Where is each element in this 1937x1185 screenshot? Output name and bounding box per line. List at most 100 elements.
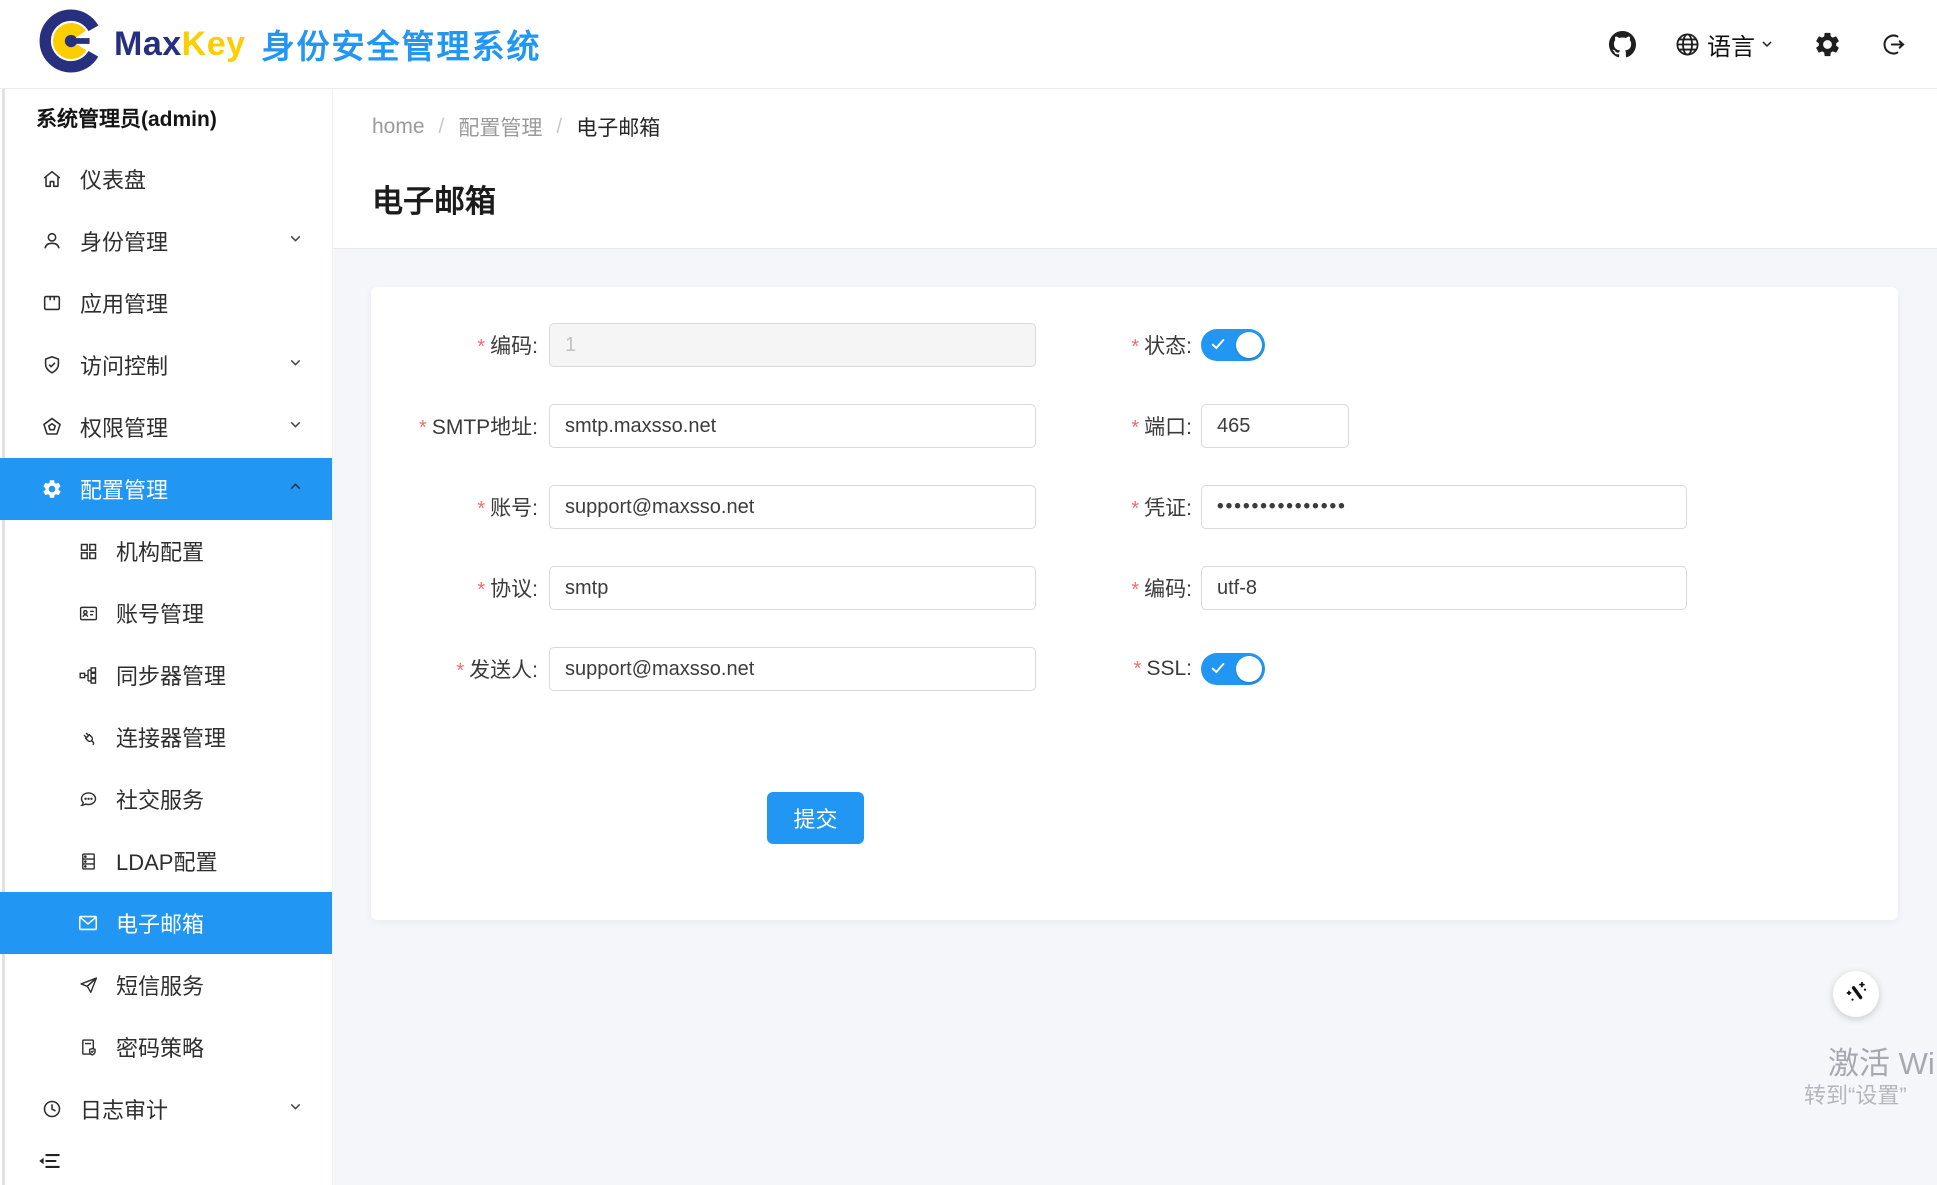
chevron-down-icon (287, 230, 304, 252)
sidebar-item-label: 社交服务 (116, 783, 204, 815)
main-content: home / 配置管理 / 电子邮箱 电子邮箱 *编码: *状态: (332, 88, 1937, 1185)
sidebar-item-label: 账号管理 (116, 597, 204, 629)
field-label-protocol: *协议: (371, 573, 538, 603)
sidebar-item-access-control[interactable]: 访问控制 (0, 334, 332, 396)
sidebar-item-identity[interactable]: 身份管理 (0, 210, 332, 272)
sidebar-item-label: 应用管理 (80, 287, 168, 319)
toggle-knob (1236, 656, 1262, 682)
sidebar-item-label: 短信服务 (116, 969, 204, 1001)
form-row: *编码: *状态: (371, 323, 1898, 367)
sidebar-item-label: 仪表盘 (80, 163, 146, 195)
sidebar-item-label: 连接器管理 (116, 721, 226, 753)
menu-fold-icon (36, 1148, 62, 1179)
chevron-up-icon (287, 478, 304, 500)
chevron-down-icon (287, 354, 304, 376)
sidebar-item-dashboard[interactable]: 仪表盘 (0, 148, 332, 210)
credential-field[interactable] (1201, 485, 1687, 529)
magic-wand-icon (1843, 979, 1869, 1010)
sitemap-icon (76, 663, 100, 687)
breadcrumb: home / 配置管理 / 电子邮箱 (372, 112, 660, 142)
globe-icon (1674, 31, 1701, 58)
magic-wand-button[interactable] (1833, 971, 1879, 1017)
sender-field[interactable] (549, 647, 1036, 691)
clock-icon (40, 1097, 64, 1121)
chevron-down-icon (287, 416, 304, 438)
sidebar-item-synchronizers[interactable]: 同步器管理 (0, 644, 332, 706)
breadcrumb-home[interactable]: home (372, 115, 425, 139)
brand-name: MaxKey (114, 25, 246, 64)
app-window-icon (40, 291, 64, 315)
field-label-sender: *发送人: (371, 654, 538, 684)
windows-activation-watermark-line2: 转到“设置” (1804, 1078, 1907, 1110)
breadcrumb-separator: / (439, 115, 445, 139)
github-icon[interactable] (1609, 31, 1636, 58)
chat-icon (76, 787, 100, 811)
sidebar-item-audit-logs[interactable]: 日志审计 (0, 1078, 332, 1140)
sidebar-item-configuration[interactable]: 配置管理 (0, 458, 332, 520)
check-icon (1210, 336, 1226, 357)
form-row: *SMTP地址: *端口: (371, 404, 1898, 448)
check-icon (1210, 660, 1226, 681)
ssl-toggle[interactable] (1201, 653, 1265, 685)
sidebar-item-label: 机构配置 (116, 535, 204, 567)
sidebar-item-account-management[interactable]: 账号管理 (0, 582, 332, 644)
top-actions: 语言 (1609, 0, 1907, 88)
field-label-account: *账号: (371, 492, 538, 522)
sidebar-item-social-services[interactable]: 社交服务 (0, 768, 332, 830)
maxkey-logo-icon (38, 8, 104, 74)
sidebar-item-label: 日志审计 (80, 1093, 168, 1125)
protocol-field[interactable] (549, 566, 1036, 610)
id-field[interactable] (549, 323, 1036, 367)
toggle-knob (1236, 332, 1262, 358)
gear-icon[interactable] (1813, 30, 1842, 59)
sidebar-item-email[interactable]: 电子邮箱 (0, 892, 332, 954)
account-field[interactable] (549, 485, 1036, 529)
chevron-down-icon (287, 1098, 304, 1120)
sidebar-item-permissions[interactable]: 权限管理 (0, 396, 332, 458)
sidebar-item-password-policy[interactable]: 密码策略 (0, 1016, 332, 1078)
status-toggle[interactable] (1201, 329, 1265, 361)
sidebar-item-sms-services[interactable]: 短信服务 (0, 954, 332, 1016)
chevron-down-icon (1759, 36, 1775, 52)
gear-icon (40, 477, 64, 501)
current-user: 系统管理员(admin) (0, 88, 332, 148)
home-icon (40, 167, 64, 191)
brand-subtitle: 身份安全管理系统 (262, 20, 542, 68)
breadcrumb-current: 电子邮箱 (576, 112, 660, 142)
id-card-icon (76, 601, 100, 625)
field-label-smtp: *SMTP地址: (371, 411, 538, 441)
sidebar-item-label: 电子邮箱 (116, 907, 204, 939)
port-field[interactable] (1201, 404, 1349, 448)
shield-check-icon (40, 353, 64, 377)
sidebar-item-applications[interactable]: 应用管理 (0, 272, 332, 334)
sidebar-item-ldap-config[interactable]: LDAP配置 (0, 830, 332, 892)
pentagon-icon (40, 415, 64, 439)
sidebar-item-label: 同步器管理 (116, 659, 226, 691)
field-label-ssl: *SSL: (1036, 657, 1192, 681)
language-label: 语言 (1707, 27, 1755, 62)
sidebar-item-label: 访问控制 (80, 349, 168, 381)
breadcrumb-config[interactable]: 配置管理 (458, 112, 542, 142)
encoding-field[interactable] (1201, 566, 1687, 610)
email-config-card: *编码: *状态: *SMTP地址: *端口: *账号: (371, 287, 1898, 920)
sidebar-collapse-button[interactable] (0, 1140, 332, 1185)
logout-icon[interactable] (1880, 31, 1907, 58)
field-label-port: *端口: (1036, 411, 1192, 441)
server-icon (76, 849, 100, 873)
field-label-credential: *凭证: (1036, 492, 1192, 522)
submit-button[interactable]: 提交 (767, 792, 864, 844)
top-bar: MaxKey 身份安全管理系统 语言 (0, 0, 1937, 89)
smtp-address-field[interactable] (549, 404, 1036, 448)
sidebar-item-connectors[interactable]: 连接器管理 (0, 706, 332, 768)
sidebar-item-label: 身份管理 (80, 225, 168, 257)
field-label-encoding: *编码: (1036, 573, 1192, 603)
sidebar-item-org-config[interactable]: 机构配置 (0, 520, 332, 582)
form-row: *协议: *编码: (371, 566, 1898, 610)
mail-icon (76, 911, 100, 935)
brand[interactable]: MaxKey 身份安全管理系统 (38, 14, 542, 74)
maxkey-admin-window: MaxKey 身份安全管理系统 语言 系统管理员(admin) (0, 0, 1937, 1185)
grid-icon (76, 539, 100, 563)
language-switcher[interactable]: 语言 (1674, 27, 1775, 62)
send-icon (76, 973, 100, 997)
sidebar-item-label: 配置管理 (80, 473, 168, 505)
